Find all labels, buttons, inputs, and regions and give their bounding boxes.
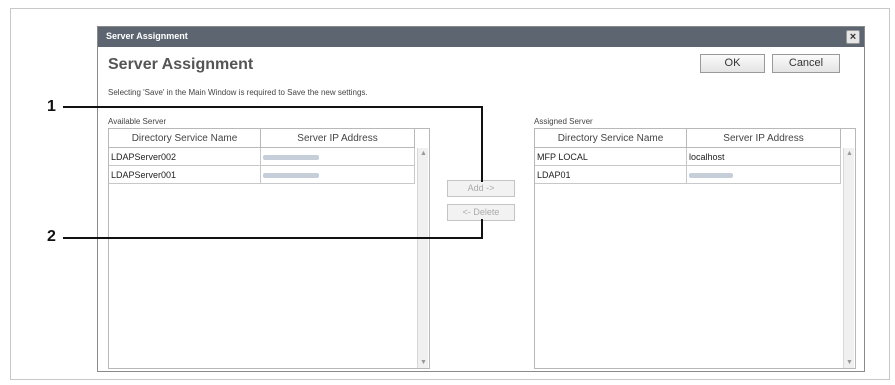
server-ip-cell-redacted: [261, 166, 415, 183]
scroll-down-icon[interactable]: ▼: [845, 359, 854, 366]
table-row[interactable]: LDAPServer001: [109, 166, 415, 184]
table-row[interactable]: MFP LOCAL localhost: [535, 148, 841, 166]
column-header-server-ip-address[interactable]: Server IP Address: [687, 129, 841, 148]
table-row[interactable]: LDAP01: [535, 166, 841, 184]
dialog-titlebar: Server Assignment ×: [98, 27, 864, 47]
scroll-down-icon[interactable]: ▼: [419, 359, 428, 366]
available-server-table: Directory Service Name Server IP Address…: [108, 128, 430, 369]
column-header-server-ip-address[interactable]: Server IP Address: [261, 129, 415, 148]
directory-service-name-cell: LDAP01: [535, 166, 687, 183]
available-scrollbar[interactable]: ▲ ▼: [417, 148, 428, 368]
cancel-button[interactable]: Cancel: [772, 54, 840, 73]
close-button[interactable]: ×: [846, 30, 860, 44]
ok-button[interactable]: OK: [700, 54, 765, 73]
directory-service-name-cell: MFP LOCAL: [535, 148, 687, 165]
scroll-up-icon[interactable]: ▲: [845, 150, 854, 157]
callout-leader-line-2-vertical: [481, 219, 483, 239]
assigned-table-rows: MFP LOCAL localhost LDAP01: [535, 148, 841, 184]
callout-leader-line-2: [63, 237, 482, 239]
directory-service-name-cell: LDAPServer001: [109, 166, 261, 183]
assigned-server-table: Directory Service Name Server IP Address…: [534, 128, 856, 369]
server-ip-cell: localhost: [687, 148, 841, 165]
directory-service-name-cell: LDAPServer002: [109, 148, 261, 165]
callout-leader-line-1-vertical: [481, 106, 483, 182]
callout-leader-line-1: [63, 106, 482, 108]
close-icon: ×: [849, 31, 857, 43]
save-note: Selecting 'Save' in the Main Window is r…: [108, 88, 368, 97]
assigned-scrollbar[interactable]: ▲ ▼: [843, 148, 854, 368]
available-table-header: Directory Service Name Server IP Address: [109, 129, 415, 148]
server-ip-cell-redacted: [687, 166, 841, 183]
table-row[interactable]: LDAPServer002: [109, 148, 415, 166]
window-title: Server Assignment: [106, 31, 188, 41]
callout-number-2: 2: [47, 228, 56, 245]
column-header-directory-service-name[interactable]: Directory Service Name: [535, 129, 687, 148]
available-server-label: Available Server: [108, 117, 167, 126]
column-header-directory-service-name[interactable]: Directory Service Name: [109, 129, 261, 148]
scroll-up-icon[interactable]: ▲: [419, 150, 428, 157]
available-table-rows: LDAPServer002 LDAPServer001: [109, 148, 415, 184]
callout-number-1: 1: [47, 98, 56, 115]
assigned-table-header: Directory Service Name Server IP Address: [535, 129, 841, 148]
add-button[interactable]: Add ->: [447, 180, 515, 197]
dialog-heading: Server Assignment: [108, 56, 254, 73]
assigned-server-label: Assigned Server: [534, 117, 593, 126]
server-ip-cell-redacted: [261, 148, 415, 165]
server-assignment-dialog: Server Assignment × Server Assignment OK…: [97, 26, 865, 372]
